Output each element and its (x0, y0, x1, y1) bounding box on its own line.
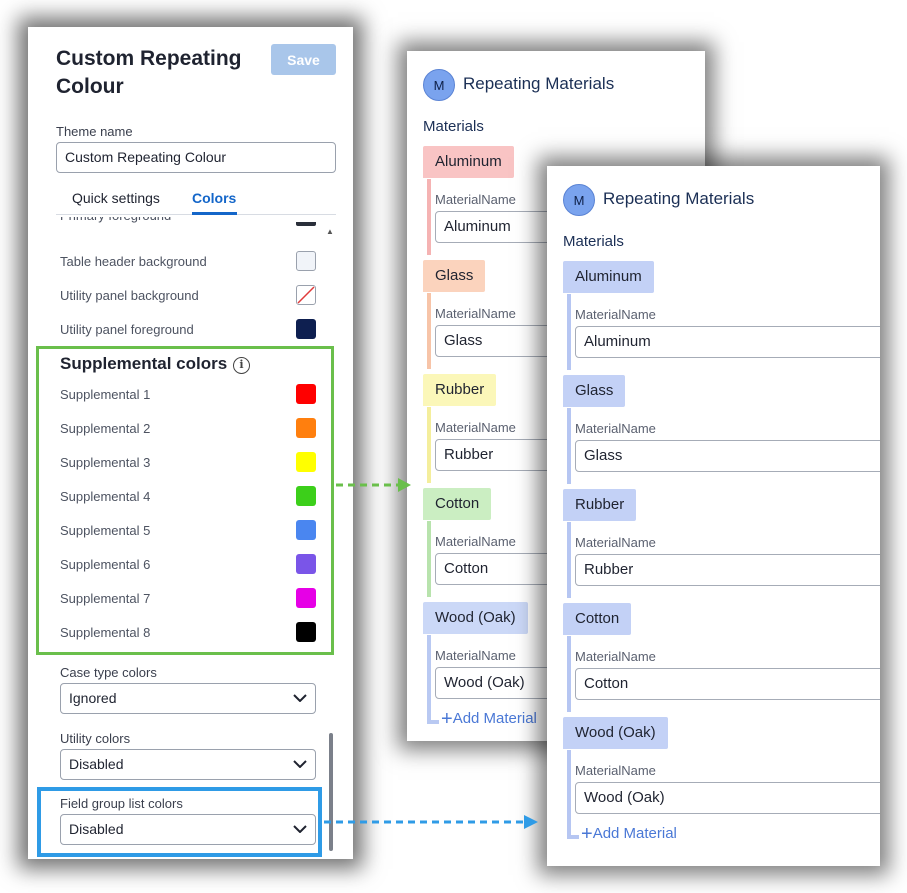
connector-arrows (324, 478, 538, 829)
blue-arrow (324, 815, 538, 829)
green-arrow (336, 478, 411, 492)
